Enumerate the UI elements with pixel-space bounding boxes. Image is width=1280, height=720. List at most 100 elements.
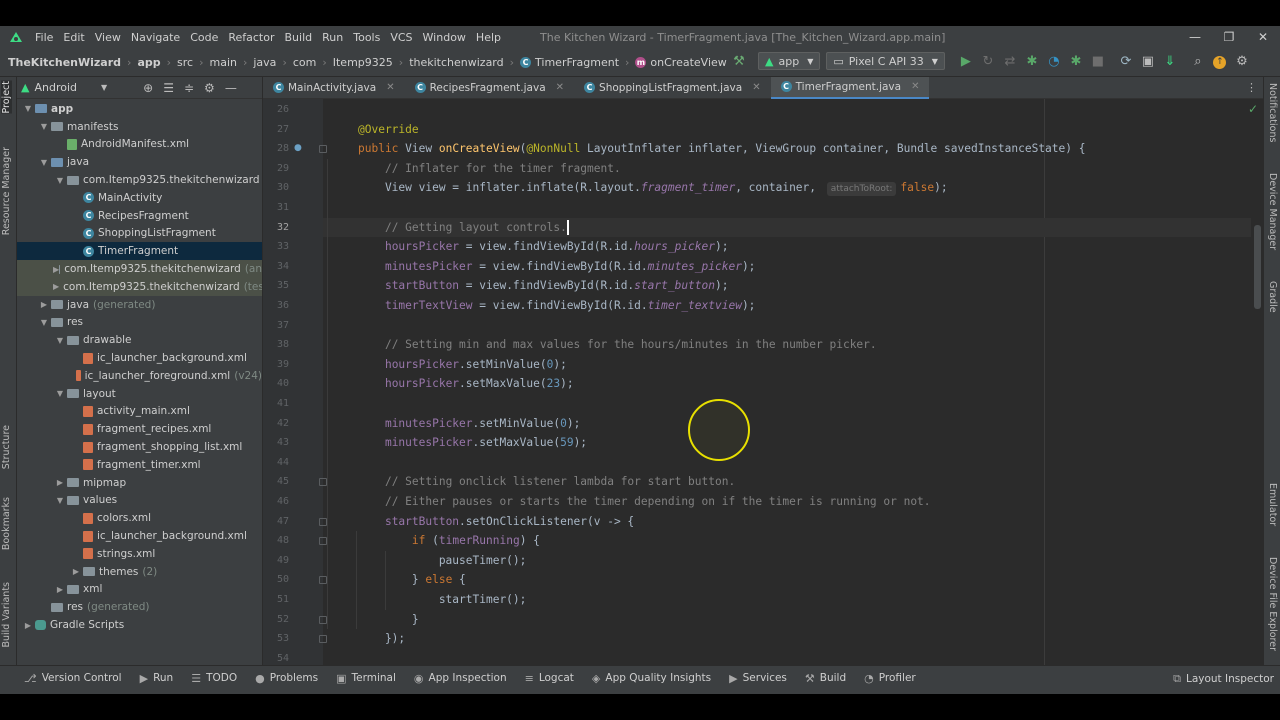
menu-code[interactable]: Code	[185, 31, 223, 44]
tree-item[interactable]: ▶ mipmap	[17, 474, 262, 492]
tree-item[interactable]: ▼ com.Itemp9325.thekitchenwizard	[17, 171, 262, 189]
sync-gradle-icon[interactable]: ⟳	[1115, 54, 1137, 69]
tree-item[interactable]: ▼ manifests	[17, 118, 262, 136]
tree-item[interactable]: ▶ themes (2)	[17, 563, 262, 581]
chevron-right-icon[interactable]: ▶	[53, 585, 67, 594]
menu-build[interactable]: Build	[280, 31, 318, 44]
minimize-button[interactable]: —	[1178, 30, 1212, 44]
tool-window-app-inspection[interactable]: ◉ App Inspection	[414, 672, 507, 685]
tool-window-app-quality-insights[interactable]: ◈ App Quality Insights	[592, 672, 711, 685]
tree-item[interactable]: C ShoppingListFragment	[17, 225, 262, 243]
notifications-tool-tab[interactable]: Notifications	[1267, 83, 1278, 142]
tree-item[interactable]: colors.xml	[17, 509, 262, 527]
tool-window-profiler[interactable]: ◔ Profiler	[864, 672, 916, 685]
menu-help[interactable]: Help	[471, 31, 506, 44]
tree-item[interactable]: ▼ layout	[17, 385, 262, 403]
locate-icon[interactable]: ⊕	[143, 81, 153, 95]
editor-tab[interactable]: C RecipesFragment.java ✕	[405, 77, 574, 99]
device-manager-icon[interactable]: ▣	[1137, 54, 1159, 69]
restore-button[interactable]: ❐	[1212, 30, 1246, 44]
bookmarks-tool-tab[interactable]: Bookmarks	[1, 497, 12, 550]
tree-item[interactable]: C MainActivity	[17, 189, 262, 207]
menu-navigate[interactable]: Navigate	[126, 31, 185, 44]
run-config-select[interactable]: ▲ app ▼	[758, 52, 821, 70]
fold-icon[interactable]	[319, 537, 327, 546]
breadcrumb-item[interactable]: Itemp9325	[331, 56, 395, 69]
apply-changes-icon[interactable]: ⇄	[999, 54, 1021, 69]
chevron-down-icon[interactable]: ▼	[101, 83, 107, 92]
project-view-selector[interactable]: Android	[34, 81, 77, 94]
device-manager-tool-tab[interactable]: Device Manager	[1267, 173, 1278, 250]
menu-run[interactable]: Run	[317, 31, 348, 44]
tree-item[interactable]: ic_launcher_foreground.xml (v24)	[17, 367, 262, 385]
tree-item[interactable]: fragment_timer.xml	[17, 456, 262, 474]
tree-item[interactable]: fragment_recipes.xml	[17, 420, 262, 438]
tool-window-version-control[interactable]: ⎇ Version Control	[24, 672, 122, 685]
tree-item[interactable]: ▼ java	[17, 153, 262, 171]
fold-icon[interactable]	[319, 576, 327, 585]
editor-scrollbar[interactable]	[1251, 99, 1263, 665]
menu-file[interactable]: File	[30, 31, 58, 44]
tool-window-logcat[interactable]: ≡ Logcat	[525, 672, 574, 685]
tree-item[interactable]: strings.xml	[17, 545, 262, 563]
resource-manager-tool-tab[interactable]: Resource Manager	[1, 147, 12, 235]
chevron-right-icon[interactable]: ▶	[53, 282, 59, 291]
menu-vcs[interactable]: VCS	[385, 31, 417, 44]
tool-window-problems[interactable]: ● Problems	[255, 672, 318, 685]
gear-icon[interactable]: ⚙	[204, 81, 215, 95]
menu-view[interactable]: View	[90, 31, 126, 44]
tree-item[interactable]: ▶ com.Itemp9325.thekitchenwizard (tes	[17, 277, 262, 296]
rerun-icon[interactable]: ↻	[977, 54, 999, 69]
tree-item[interactable]: ▶ Gradle Scripts	[17, 616, 262, 634]
tool-window-terminal[interactable]: ▣ Terminal	[336, 672, 396, 685]
menu-tools[interactable]: Tools	[348, 31, 385, 44]
tree-item[interactable]: res (generated)	[17, 598, 262, 616]
tree-item[interactable]: activity_main.xml	[17, 403, 262, 421]
settings-icon[interactable]: ⚙	[1231, 54, 1253, 69]
tool-window-layout-inspector[interactable]: ⧉ Layout Inspector	[1173, 672, 1274, 686]
breadcrumb-item[interactable]: com	[291, 56, 319, 69]
tool-window-build[interactable]: ⚒ Build	[805, 672, 846, 685]
chevron-down-icon[interactable]: ▼	[37, 122, 51, 131]
stop-icon[interactable]: ■	[1087, 54, 1109, 69]
tree-item[interactable]: fragment_shopping_list.xml	[17, 438, 262, 456]
expand-all-icon[interactable]: ☰	[163, 81, 174, 95]
close-icon[interactable]: ✕	[386, 82, 394, 93]
chevron-down-icon[interactable]: ▼	[53, 389, 67, 398]
tree-item[interactable]: C RecipesFragment	[17, 207, 262, 225]
more-icon[interactable]: ⋮	[1246, 81, 1257, 94]
breadcrumb-item[interactable]: src	[175, 56, 195, 69]
attach-debugger-icon[interactable]: ✱	[1065, 54, 1087, 69]
debug-icon[interactable]: ✱	[1021, 54, 1043, 69]
chevron-right-icon[interactable]: ▶	[69, 567, 83, 576]
editor-tab[interactable]: C TimerFragment.java ✕	[770, 76, 930, 99]
chevron-down-icon[interactable]: ▼	[37, 318, 51, 327]
breadcrumb-item[interactable]: java	[251, 56, 278, 69]
collapse-all-icon[interactable]: ≑	[184, 81, 194, 95]
structure-tool-tab[interactable]: Structure	[1, 425, 12, 469]
gradle-tool-tab[interactable]: Gradle	[1267, 281, 1278, 313]
emulator-tool-tab[interactable]: Emulator	[1267, 483, 1278, 526]
tree-item[interactable]: ▼ app	[17, 100, 262, 118]
breadcrumb-item[interactable]: main	[207, 56, 238, 69]
chevron-right-icon[interactable]: ▶	[53, 478, 67, 487]
profile-icon[interactable]: ◔	[1043, 54, 1065, 69]
tree-item[interactable]: ▶ java (generated)	[17, 296, 262, 314]
menu-window[interactable]: Window	[418, 31, 471, 44]
editor-scrollbar-thumb[interactable]	[1254, 225, 1261, 309]
close-icon[interactable]: ✕	[556, 82, 564, 93]
hide-icon[interactable]: —	[225, 81, 237, 95]
tool-window-todo[interactable]: ☰ TODO	[191, 672, 237, 685]
fold-icon[interactable]	[319, 517, 327, 526]
chevron-right-icon[interactable]: ▶	[37, 300, 51, 309]
override-icon[interactable]: ●	[294, 143, 302, 153]
editor-tab[interactable]: C ShoppingListFragment.java ✕	[574, 77, 771, 99]
close-button[interactable]: ✕	[1246, 30, 1280, 44]
tool-window-run[interactable]: ▶ Run	[140, 672, 174, 685]
tree-item[interactable]: C TimerFragment	[17, 242, 262, 261]
editor-tab[interactable]: C MainActivity.java ✕	[263, 77, 405, 99]
breadcrumb-item[interactable]: app	[135, 56, 162, 69]
fold-icon[interactable]	[319, 615, 327, 624]
close-icon[interactable]: ✕	[911, 81, 919, 92]
tree-item[interactable]: ▶ com.Itemp9325.thekitchenwizard (an	[17, 260, 262, 278]
